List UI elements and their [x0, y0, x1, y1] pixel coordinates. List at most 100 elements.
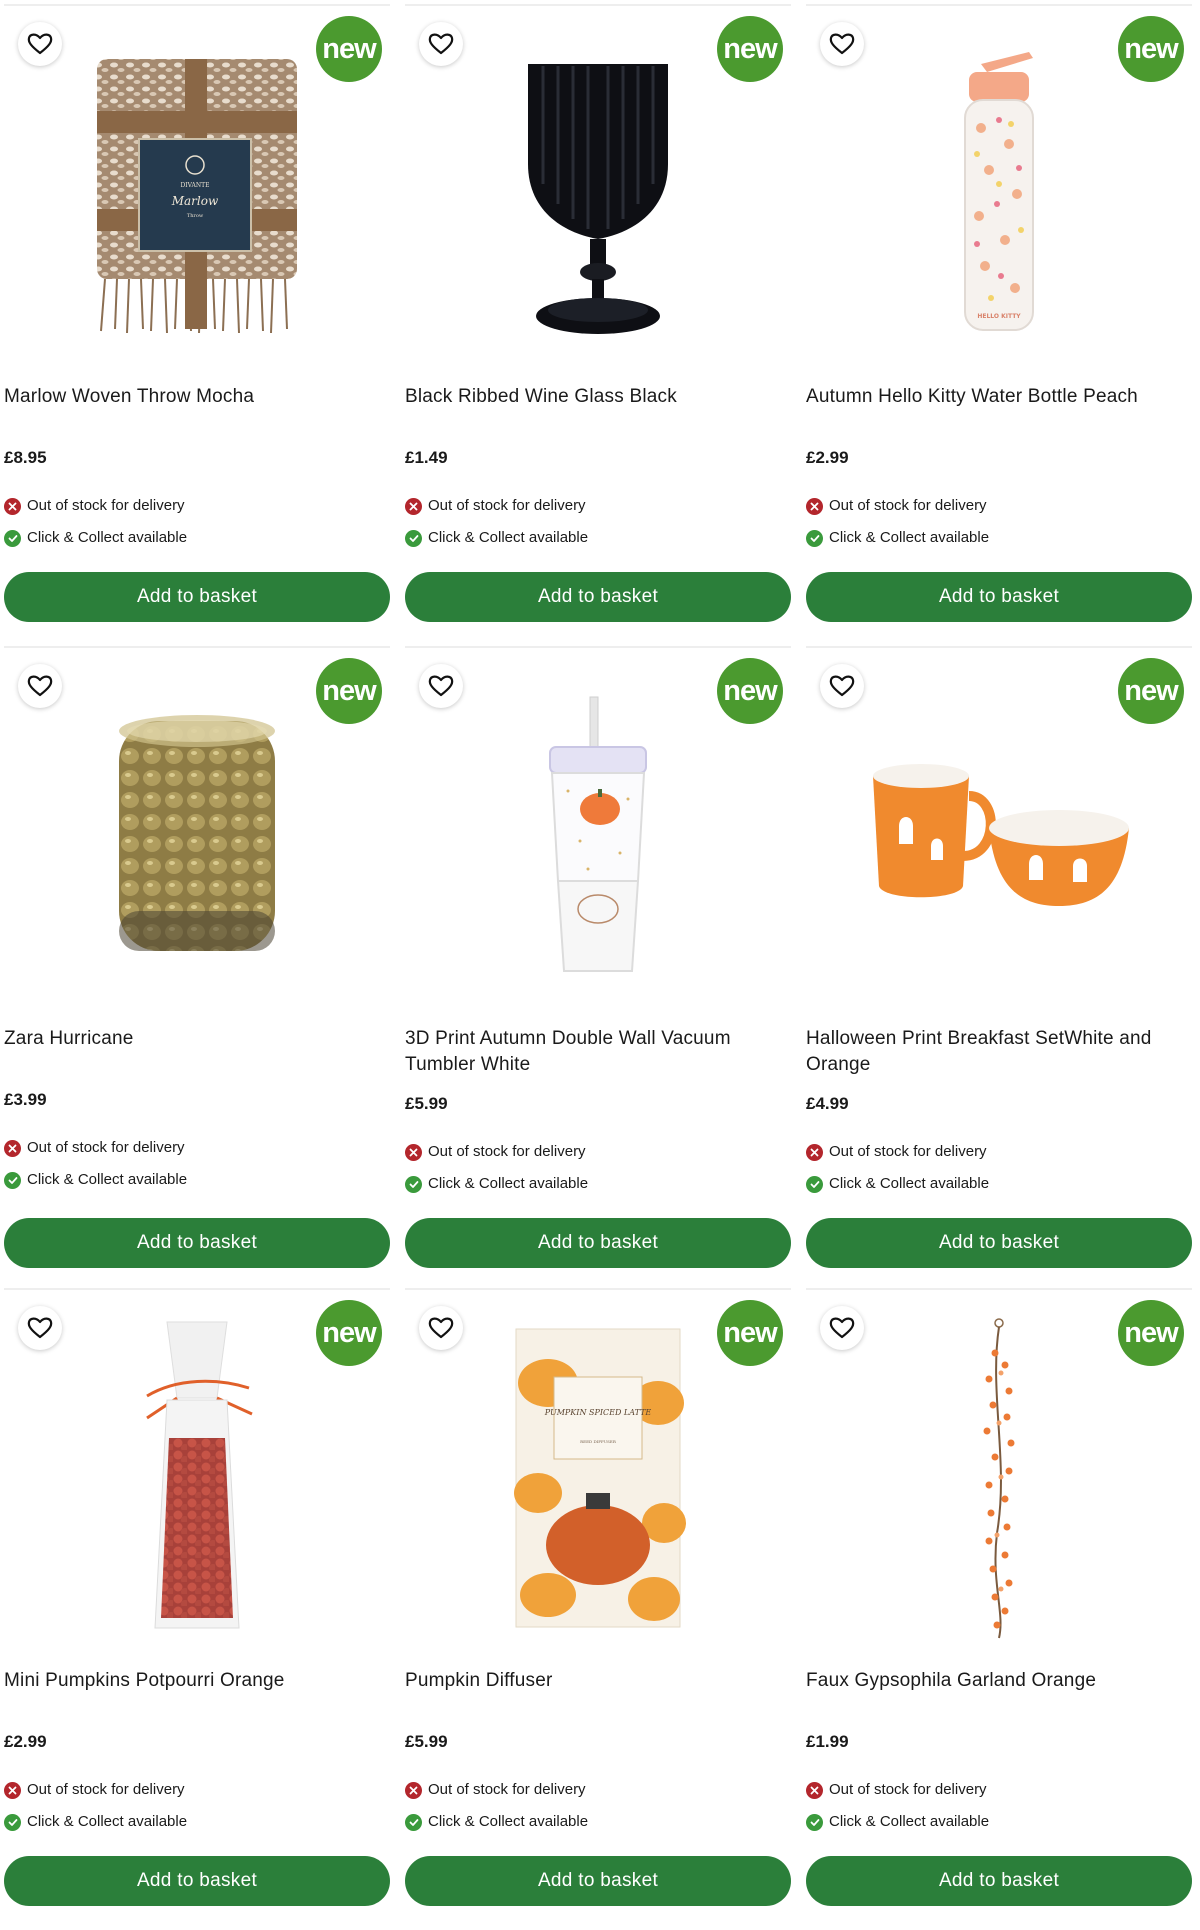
product-price: £5.99 [405, 1094, 448, 1113]
add-to-basket-button[interactable]: Add to basket [4, 1218, 390, 1268]
collect-text: Click & Collect available [829, 1813, 990, 1830]
cross-icon [806, 1781, 823, 1799]
product-card[interactable]: new Faux Gypsophila Garland Orange £1.99… [806, 1288, 1192, 1930]
delivery-status: Out of stock for delivery [405, 1142, 588, 1162]
add-to-basket-button[interactable]: Add to basket [806, 1856, 1192, 1906]
wishlist-button[interactable] [820, 1306, 864, 1350]
collect-text: Click & Collect available [428, 529, 589, 546]
hurricane-glass-image [119, 715, 275, 951]
new-badge: new [316, 16, 382, 82]
cross-icon [4, 1139, 21, 1157]
product-card[interactable]: new Black Ribbed Wine Glass Black £1.49 … [405, 4, 791, 646]
new-badge: new [1118, 16, 1184, 82]
woven-throw-image: DIVANTE Marlow Throw [97, 59, 297, 334]
product-title[interactable]: Pumpkin Diffuser [405, 1668, 785, 1694]
check-icon [405, 1813, 422, 1831]
add-to-basket-button[interactable]: Add to basket [806, 1218, 1192, 1268]
collect-text: Click & Collect available [27, 529, 188, 546]
collect-text: Click & Collect available [829, 1175, 990, 1192]
product-title[interactable]: Mini Pumpkins Potpourri Orange [4, 1668, 384, 1694]
new-badge: new [717, 1300, 783, 1366]
add-to-basket-button[interactable]: Add to basket [806, 572, 1192, 622]
product-title[interactable]: Black Ribbed Wine Glass Black [405, 384, 785, 410]
heart-icon [829, 675, 855, 697]
delivery-text: Out of stock for delivery [829, 1781, 987, 1798]
check-icon [405, 1175, 422, 1193]
add-to-basket-button[interactable]: Add to basket [405, 572, 791, 622]
product-card[interactable]: HELLO KITTY new Autumn Hello Kitty Water… [806, 4, 1192, 646]
wishlist-button[interactable] [18, 1306, 62, 1350]
collect-status: Click & Collect available [405, 1812, 588, 1832]
product-card[interactable]: new Halloween Print Breakfast SetWhite a… [806, 646, 1192, 1288]
cross-icon [806, 497, 823, 515]
product-card[interactable]: PUMPKIN SPICED LATTE REED DIFFUSER new P… [405, 1288, 791, 1930]
delivery-text: Out of stock for delivery [829, 497, 987, 514]
tumbler-image [549, 696, 647, 972]
delivery-status: Out of stock for delivery [4, 496, 187, 516]
product-card[interactable]: DIVANTE Marlow Throw new Marlow Woven Th… [4, 4, 390, 646]
new-badge: new [316, 1300, 382, 1366]
wishlist-button[interactable] [419, 664, 463, 708]
stock-info: Out of stock for delivery Click & Collec… [4, 1138, 187, 1202]
wine-glass-image [528, 64, 668, 334]
garland-image [983, 1318, 1015, 1639]
product-price: £8.95 [4, 448, 47, 467]
heart-icon [27, 675, 53, 697]
new-badge: new [1118, 658, 1184, 724]
product-title[interactable]: 3D Print Autumn Double Wall Vacuum Tumbl… [405, 1026, 785, 1078]
product-title[interactable]: Faux Gypsophila Garland Orange [806, 1668, 1186, 1694]
collect-status: Click & Collect available [405, 1174, 588, 1194]
product-card[interactable]: new 3D Print Autumn Double Wall Vacuum T… [405, 646, 791, 1288]
product-card[interactable]: new Mini Pumpkins Potpourri Orange £2.99… [4, 1288, 390, 1930]
delivery-status: Out of stock for delivery [4, 1780, 187, 1800]
delivery-text: Out of stock for delivery [27, 1781, 185, 1798]
cross-icon [4, 497, 21, 515]
product-card[interactable]: new Zara Hurricane £3.99 Out of stock fo… [4, 646, 390, 1288]
diffuser-box-image: PUMPKIN SPICED LATTE REED DIFFUSER [514, 1328, 686, 1628]
cross-icon [4, 1781, 21, 1799]
cross-icon [806, 1143, 823, 1161]
wishlist-button[interactable] [820, 22, 864, 66]
collect-status: Click & Collect available [4, 528, 187, 548]
packaging-type: REED DIFFUSER [580, 1439, 617, 1444]
collect-status: Click & Collect available [806, 1174, 989, 1194]
breakfast-set-image [873, 764, 1129, 906]
delivery-status: Out of stock for delivery [806, 496, 989, 516]
heart-icon [428, 675, 454, 697]
collect-status: Click & Collect available [806, 528, 989, 548]
product-price: £2.99 [806, 448, 849, 467]
check-icon [806, 1175, 823, 1193]
stock-info: Out of stock for delivery Click & Collec… [405, 1780, 588, 1844]
heart-icon [829, 33, 855, 55]
check-icon [806, 1813, 823, 1831]
product-title[interactable]: Halloween Print Breakfast SetWhite and O… [806, 1026, 1186, 1078]
add-to-basket-button[interactable]: Add to basket [4, 1856, 390, 1906]
product-price: £1.99 [806, 1732, 849, 1751]
wishlist-button[interactable] [820, 664, 864, 708]
delivery-status: Out of stock for delivery [806, 1142, 989, 1162]
add-to-basket-button[interactable]: Add to basket [405, 1218, 791, 1268]
product-title[interactable]: Zara Hurricane [4, 1026, 384, 1052]
new-badge: new [717, 658, 783, 724]
packaging-name: Marlow [171, 194, 219, 208]
product-title[interactable]: Autumn Hello Kitty Water Bottle Peach [806, 384, 1186, 410]
packaging-brand: DIVANTE [180, 182, 209, 189]
add-to-basket-button[interactable]: Add to basket [4, 572, 390, 622]
delivery-text: Out of stock for delivery [428, 1781, 586, 1798]
stock-info: Out of stock for delivery Click & Collec… [806, 1142, 989, 1206]
new-badge: new [1118, 1300, 1184, 1366]
packaging-name: PUMPKIN SPICED LATTE [544, 1408, 652, 1417]
cross-icon [405, 497, 422, 515]
product-title[interactable]: Marlow Woven Throw Mocha [4, 384, 384, 410]
wishlist-button[interactable] [419, 22, 463, 66]
stock-info: Out of stock for delivery Click & Collec… [4, 1780, 187, 1844]
delivery-status: Out of stock for delivery [405, 496, 588, 516]
collect-text: Click & Collect available [428, 1813, 589, 1830]
delivery-status: Out of stock for delivery [4, 1138, 187, 1158]
wishlist-button[interactable] [18, 22, 62, 66]
new-badge: new [717, 16, 783, 82]
wishlist-button[interactable] [419, 1306, 463, 1350]
wishlist-button[interactable] [18, 664, 62, 708]
collect-text: Click & Collect available [829, 529, 990, 546]
add-to-basket-button[interactable]: Add to basket [405, 1856, 791, 1906]
